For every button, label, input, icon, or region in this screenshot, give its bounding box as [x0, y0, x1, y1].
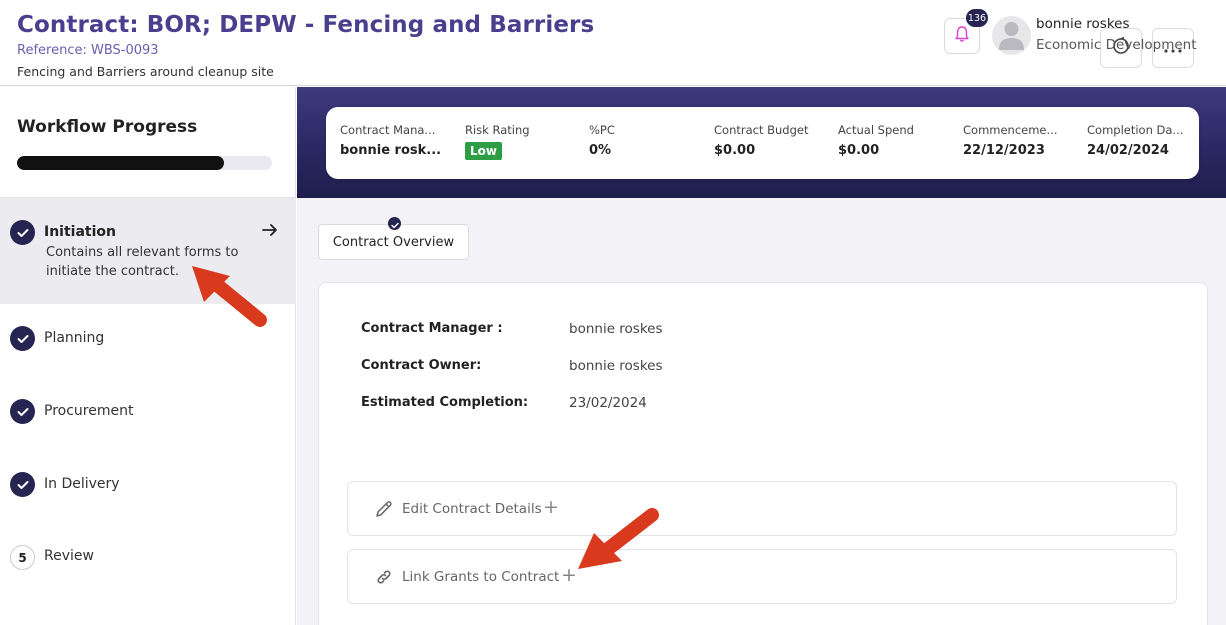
workflow-progress-title: Workflow Progress: [17, 117, 198, 137]
summary-percent-complete: %PC 0%: [589, 123, 699, 158]
tab-complete-check: [388, 217, 401, 230]
overview-completion-label: Estimated Completion:: [361, 395, 529, 410]
summary-contract-manager: Contract Mana... bonnie rosk...: [340, 123, 450, 158]
step-label: Procurement: [44, 403, 134, 419]
user-avatar[interactable]: [992, 16, 1031, 55]
action-label: Edit Contract Details: [402, 501, 542, 517]
step-complete-check: [10, 472, 35, 497]
edit-contract-details-button[interactable]: Edit Contract Details +: [347, 481, 1177, 536]
risk-rating-badge: Low: [465, 142, 502, 160]
summary-value: $0.00: [714, 143, 756, 158]
summary-label: Actual Spend: [838, 123, 914, 137]
annotation-arrow-link-grants: [578, 508, 659, 569]
step-complete-check: [10, 399, 35, 424]
summary-commencement: Commenceme... 22/12/2023: [963, 123, 1073, 158]
step-label: Initiation: [44, 224, 116, 240]
summary-value: bonnie rosk...: [340, 143, 442, 158]
summary-label: Commenceme...: [963, 123, 1058, 137]
summary-label: Completion Da...: [1087, 123, 1184, 137]
step-label: In Delivery: [44, 476, 120, 492]
step-procurement[interactable]: Procurement: [0, 377, 296, 447]
step-complete-check: [10, 326, 35, 351]
step-complete-check: [10, 220, 35, 245]
summary-completion: Completion Da... 24/02/2024: [1087, 123, 1197, 158]
check-icon: [17, 329, 29, 348]
check-icon: [17, 223, 29, 242]
summary-risk-rating: Risk Rating Low: [465, 123, 575, 160]
summary-value: 0%: [589, 143, 612, 158]
summary-value: 24/02/2024: [1087, 143, 1169, 158]
contract-description: Fencing and Barriers around cleanup site: [17, 64, 274, 79]
arrow-right-icon[interactable]: [262, 222, 278, 241]
page-title: Contract: BOR; DEPW - Fencing and Barrie…: [17, 12, 595, 38]
workflow-progress-bar: [17, 156, 272, 170]
check-icon: [17, 402, 29, 421]
summary-label: Contract Budget: [714, 123, 809, 137]
overview-owner-value: bonnie roskes: [569, 358, 663, 374]
link-grants-button[interactable]: Link Grants to Contract +: [347, 549, 1177, 604]
overview-completion-value: 23/02/2024: [569, 395, 647, 411]
summary-label: Risk Rating: [465, 123, 530, 137]
link-icon: [374, 567, 394, 591]
notification-count-badge: 136: [966, 9, 988, 27]
summary-value: $0.00: [838, 143, 880, 158]
contract-summary-card: Contract Mana... bonnie rosk... Risk Rat…: [326, 107, 1199, 179]
pencil-icon: [374, 499, 394, 523]
step-label: Planning: [44, 330, 105, 346]
summary-label: %PC: [589, 123, 615, 137]
bell-icon: [954, 25, 970, 47]
workflow-progress-fill: [17, 156, 224, 170]
step-in-delivery[interactable]: In Delivery: [0, 450, 296, 520]
overview-manager-value: bonnie roskes: [569, 321, 663, 337]
user-name: bonnie roskes: [1036, 16, 1130, 32]
workflow-sidebar: Workflow Progress Initiation Contains al…: [0, 87, 296, 625]
check-icon: [17, 475, 29, 494]
step-number: 5: [10, 545, 35, 570]
user-department: Economic Development: [1036, 37, 1197, 53]
overview-owner-label: Contract Owner:: [361, 358, 482, 373]
user-avatar-icon: [992, 16, 1031, 55]
overview-manager-label: Contract Manager :: [361, 321, 503, 336]
summary-label: Contract Mana...: [340, 123, 436, 137]
step-label: Review: [44, 548, 94, 564]
plus-icon: +: [543, 496, 559, 518]
summary-actual-spend: Actual Spend $0.00: [838, 123, 948, 158]
step-review[interactable]: 5 Review: [0, 522, 296, 592]
action-label: Link Grants to Contract: [402, 569, 560, 585]
summary-value: 22/12/2023: [963, 143, 1045, 158]
contract-reference: Reference: WBS-0093: [17, 43, 159, 58]
page-header: Contract: BOR; DEPW - Fencing and Barrie…: [0, 0, 1226, 86]
summary-contract-budget: Contract Budget $0.00: [714, 123, 824, 158]
annotation-arrow-initiation: [192, 266, 267, 327]
check-icon: [390, 214, 399, 233]
